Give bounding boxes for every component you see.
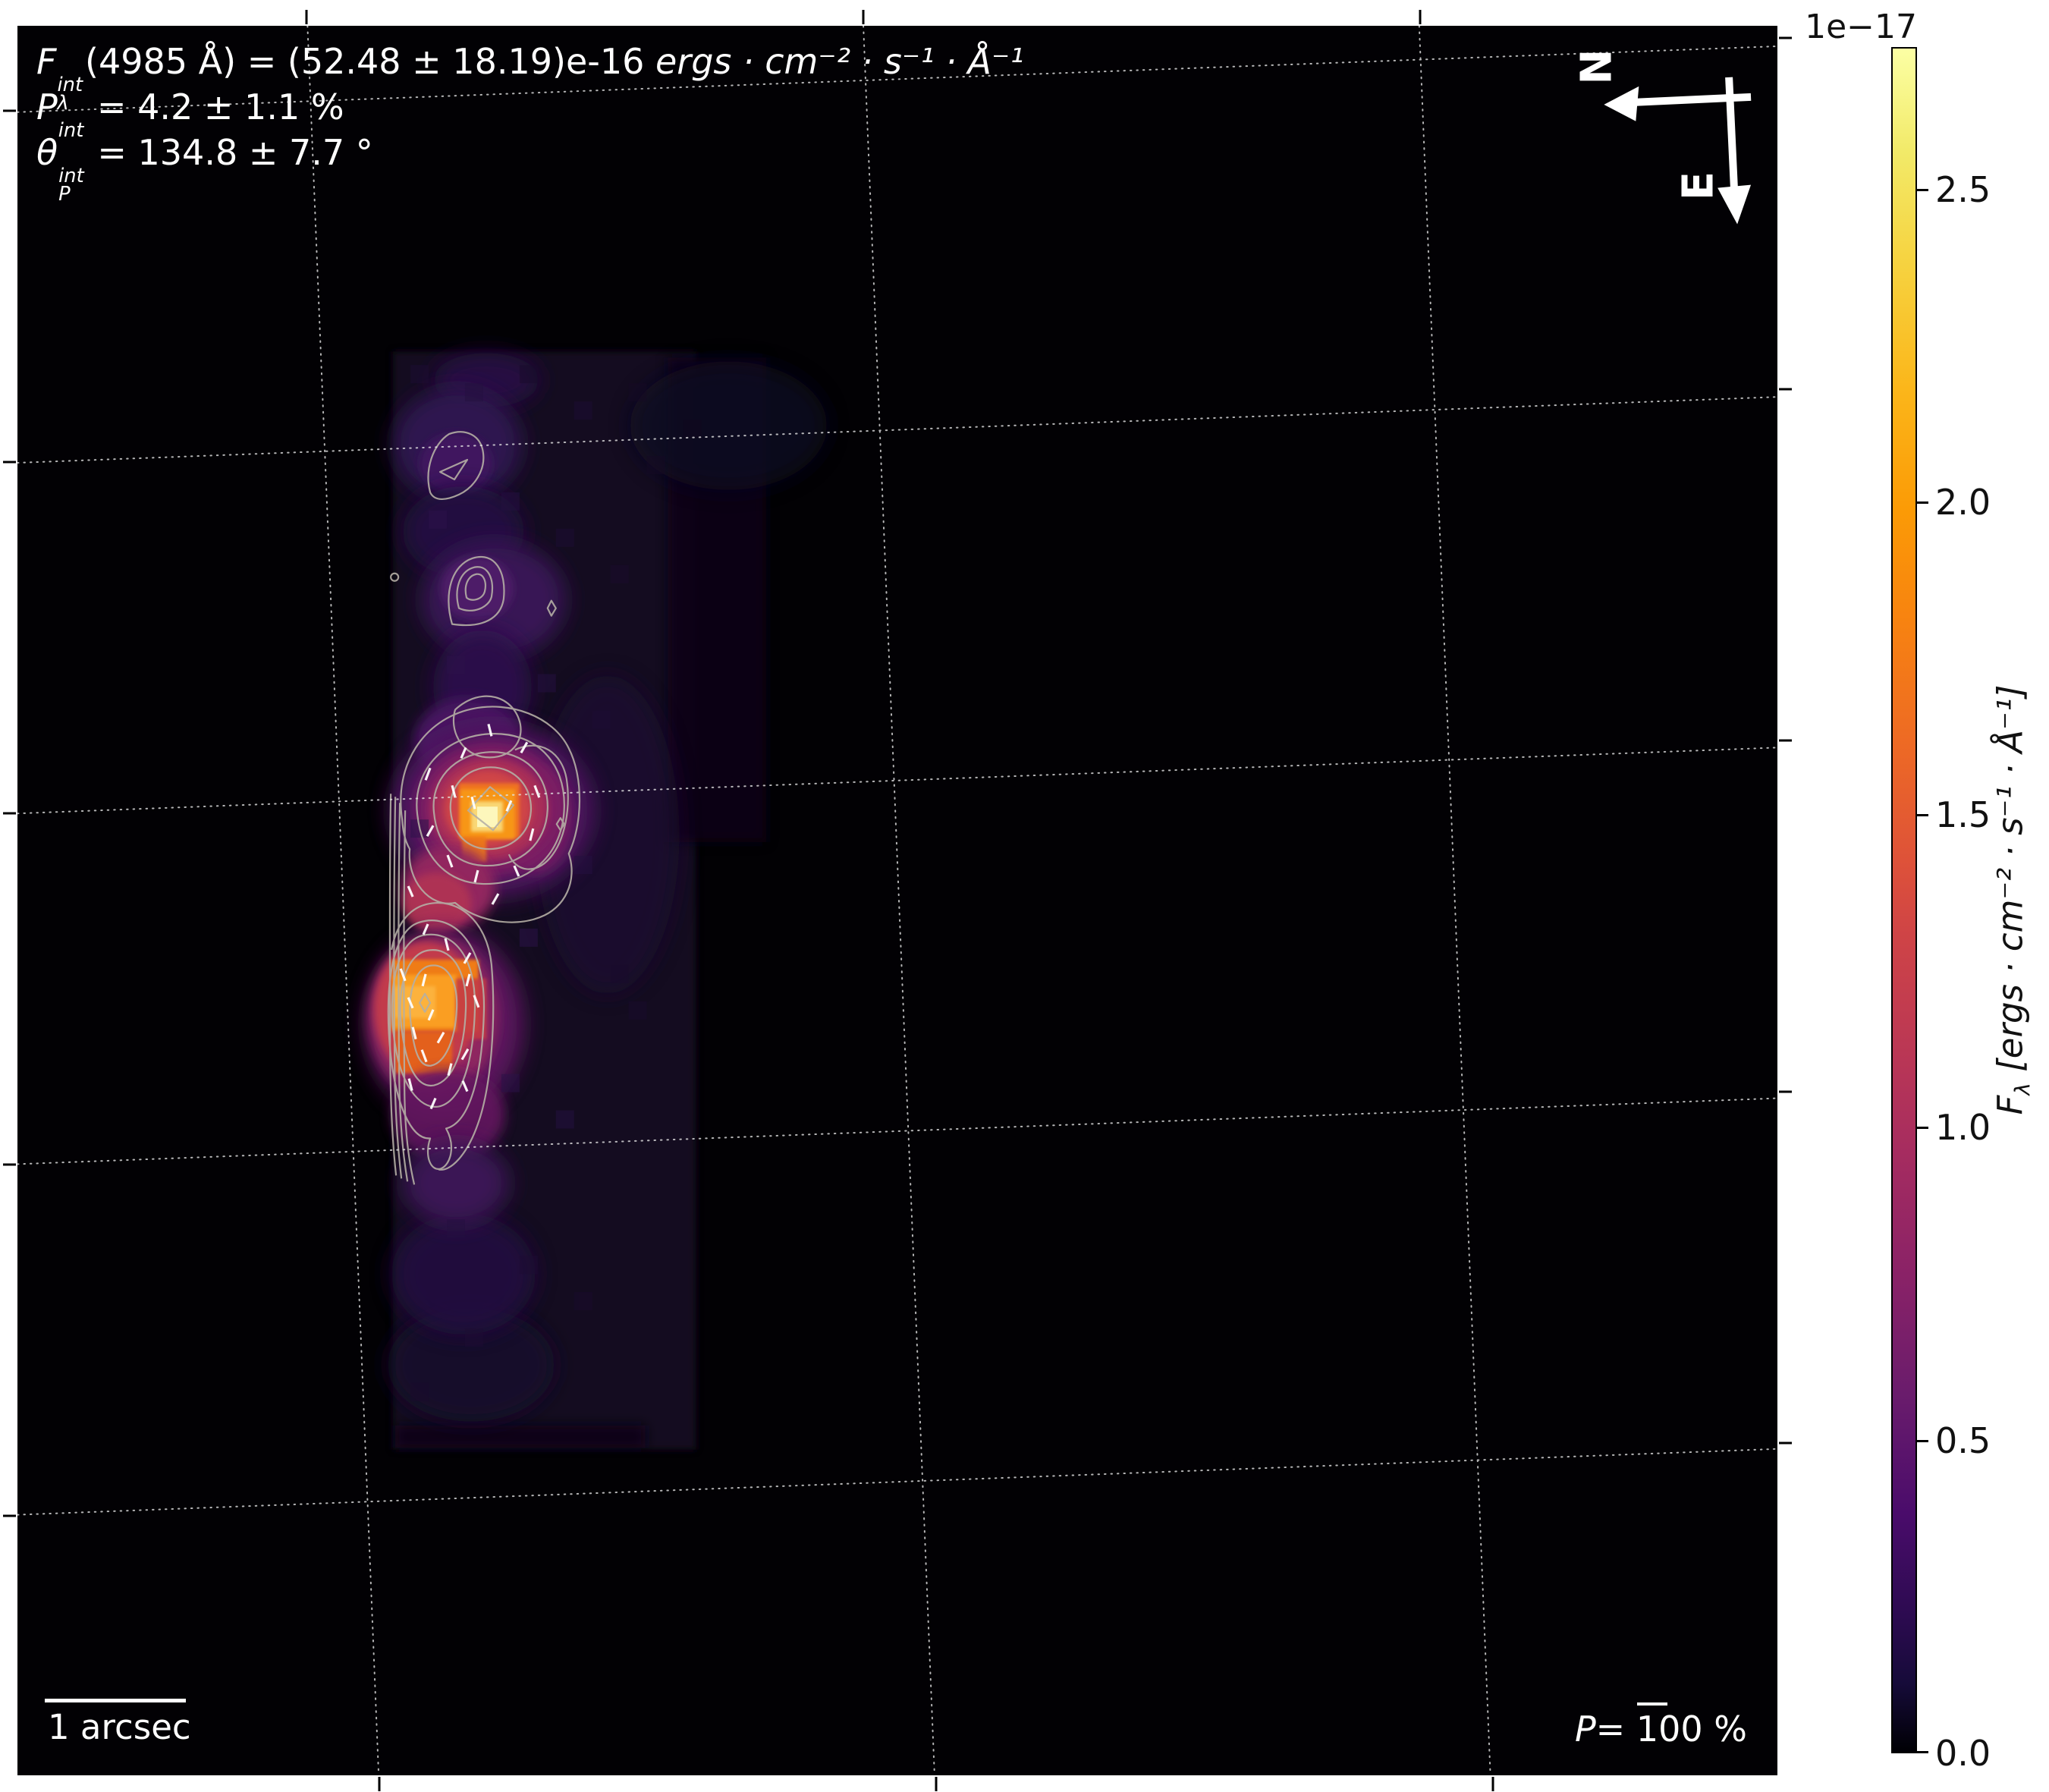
compass-east-label: E xyxy=(1674,171,1724,200)
flux-symbol: F xyxy=(36,41,56,82)
coordinate-grid xyxy=(17,26,1777,1775)
colorbar-tick-label: 0.5 xyxy=(1935,1420,1991,1461)
figure: Fintλ(4985 Å) = (52.48 ± 18.19)e-16 ergs… xyxy=(0,0,2049,1792)
colorbar-tick xyxy=(1917,189,1928,191)
colorbar-tick-label: 2.0 xyxy=(1935,482,1991,523)
polarization-scale: P= 100 % xyxy=(1575,1709,1747,1750)
scalebar xyxy=(45,1699,186,1702)
polarization-symbol: P xyxy=(36,86,58,127)
polarization-scale-value: 100 xyxy=(1636,1709,1703,1750)
colorbar-tick-label: 1.0 xyxy=(1935,1107,1991,1148)
flux-map-canvas xyxy=(17,26,1777,1775)
colorbar-gradient xyxy=(1891,47,1917,1753)
north-arrow-head xyxy=(1604,86,1639,121)
colorbar-tick xyxy=(1917,1127,1928,1129)
colorbar-axis-label: Fλ [ergs · cm⁻² · s⁻¹ · Å⁻¹] xyxy=(1991,685,2035,1115)
compass-arrows xyxy=(1604,77,1751,225)
main-plot: Fintλ(4985 Å) = (52.48 ± 18.19)e-16 ergs… xyxy=(16,24,1779,1777)
colorbar-tick xyxy=(1917,814,1928,816)
colorbar-tick-label: 1.5 xyxy=(1935,794,1991,835)
colorbar-tick xyxy=(1917,1751,1928,1753)
colorbar-tick-label: 0.0 xyxy=(1935,1733,1991,1774)
colorbar-tick-label: 2.5 xyxy=(1935,169,1991,210)
angle-symbol: θ xyxy=(36,132,58,173)
colorbar-offset-label: 1e−17 xyxy=(1780,8,1917,46)
annotation-block: Fintλ(4985 Å) = (52.48 ± 18.19)e-16 ergs… xyxy=(36,41,1024,178)
polarization-annotation: Pint = 4.2 ± 1.1 % xyxy=(36,86,1024,132)
flux-annotation: Fintλ(4985 Å) = (52.48 ± 18.19)e-16 ergs… xyxy=(36,41,1024,86)
angle-annotation: θintP = 134.8 ± 7.7 ° xyxy=(36,132,1024,178)
scalebar-label: 1 arcsec xyxy=(48,1707,191,1747)
compass-north-label: N xyxy=(1573,49,1622,85)
colorbar-tick xyxy=(1917,1440,1928,1442)
colorbar-tick xyxy=(1917,501,1928,504)
